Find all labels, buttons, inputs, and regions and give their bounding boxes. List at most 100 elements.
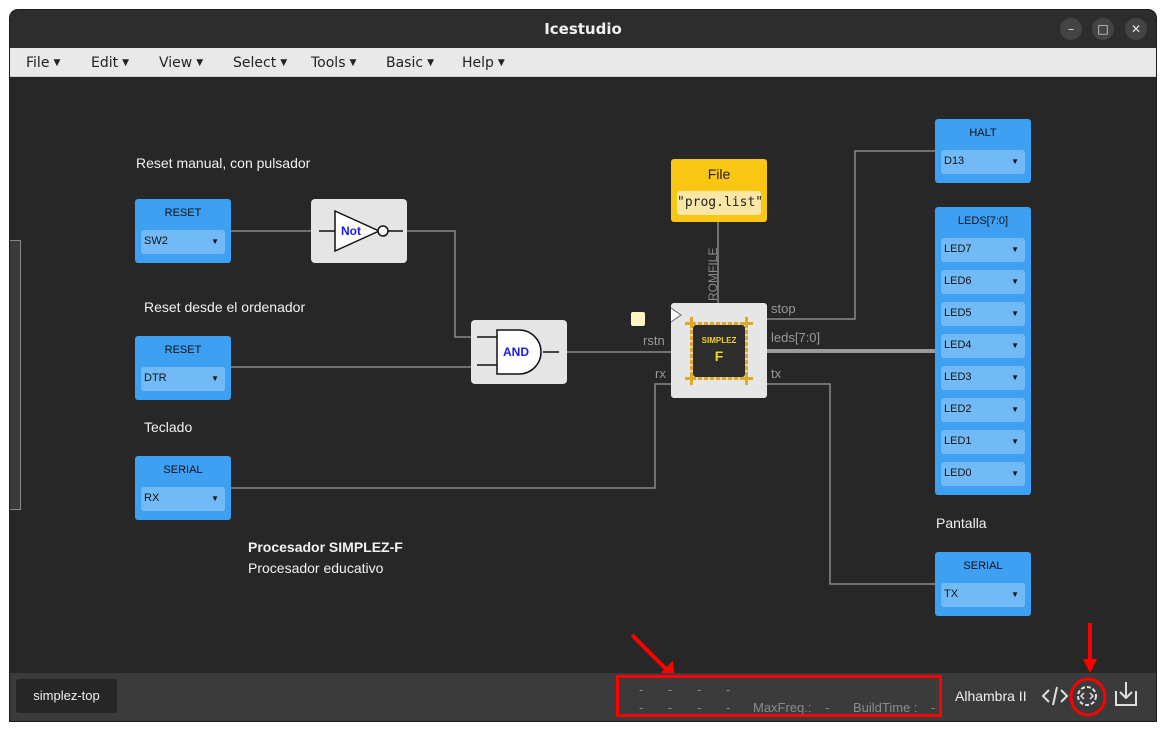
pin-select-led5[interactable]: LED5 ▼ (941, 302, 1025, 326)
port-rstn: rstn (643, 333, 665, 348)
chevron-down-icon: ▼ (1011, 469, 1019, 478)
input-name: SERIAL (163, 464, 203, 476)
simplez-chip[interactable]: SIMPLEZ F (670, 303, 767, 398)
menu-view[interactable]: View ▼ (159, 55, 203, 71)
pin-select[interactable]: DTR ▼ (141, 367, 225, 391)
port-stop: stop (771, 301, 796, 316)
tab-simplez-top[interactable]: simplez-top (16, 679, 117, 713)
build-status-box: - - - - - - - - MaxFreq.: - BuildTime : … (616, 675, 942, 717)
input-name: RESET (164, 344, 202, 356)
chevron-down-icon: ▼ (211, 374, 219, 383)
design-canvas[interactable]: Reset manual, con pulsador Reset desde e… (10, 77, 1156, 681)
chip-icon: SIMPLEZ F (670, 307, 753, 385)
comment-proc-desc: Procesador educativo (248, 560, 384, 576)
annotation-circle (1069, 677, 1107, 717)
title-bar: Icestudio – □ ✕ (10, 10, 1156, 48)
status-value: - (726, 682, 731, 697)
comment-proc-title: Procesador SIMPLEZ-F (248, 539, 403, 555)
status-value: - (668, 682, 673, 697)
code-icon[interactable] (1040, 681, 1070, 711)
output-halt[interactable]: HALT D13 ▼ (935, 119, 1031, 183)
chevron-down-icon: ▼ (211, 494, 219, 503)
upload-icon[interactable] (1111, 679, 1141, 709)
and-gate-icon: AND (477, 329, 559, 375)
svg-text:ROMFILE: ROMFILE (706, 248, 720, 301)
port-tx: tx (771, 366, 782, 381)
chevron-down-icon: ▼ (1011, 405, 1019, 414)
pin-select-led1[interactable]: LED1 ▼ (941, 430, 1025, 454)
buildtime-value: - (931, 700, 936, 715)
minimize-button[interactable]: – (1060, 18, 1082, 40)
pin-select[interactable]: D13 ▼ (941, 150, 1025, 174)
pin-select[interactable]: SW2 ▼ (141, 230, 225, 254)
maxfreq-label: MaxFreq.: (753, 700, 812, 715)
status-value: - (697, 700, 702, 715)
rstn-constant[interactable] (631, 312, 645, 326)
input-name: RESET (164, 207, 202, 219)
pin-select[interactable]: TX ▼ (941, 583, 1025, 607)
pin-select[interactable]: RX ▼ (141, 487, 225, 511)
menu-tools[interactable]: Tools ▼ (311, 55, 356, 71)
output-leds[interactable]: LEDS[7:0] LED7 ▼ LED6 ▼ LED5 ▼ LED4 ▼ LED3 ▼ … (935, 207, 1031, 495)
status-value: - (697, 682, 702, 697)
file-block[interactable]: File "prog.list" (671, 159, 767, 222)
menu-bar: File ▼ Edit ▼ View ▼ Select ▼ Tools ▼ Basic ▼ … (10, 48, 1156, 77)
annotation-arrow-right (1083, 623, 1097, 673)
chevron-down-icon: ▼ (1011, 590, 1019, 599)
file-title: File (707, 166, 731, 182)
pin-select-led7[interactable]: LED7 ▼ (941, 238, 1025, 262)
pin-select-led3[interactable]: LED3 ▼ (941, 366, 1025, 390)
chevron-down-icon: ▼ (1011, 157, 1019, 166)
not-gate[interactable]: Not (311, 199, 407, 263)
port-rx: rx (655, 366, 666, 381)
chevron-down-icon: ▼ (1011, 245, 1019, 254)
status-value: - (639, 682, 644, 697)
chevron-down-icon: ▼ (1011, 373, 1019, 382)
output-name: LEDS[7:0] (957, 215, 1009, 227)
maxfreq-value: - (825, 700, 830, 715)
buildtime-label: BuildTime : (853, 700, 918, 715)
port-leds: leds[7:0] (771, 330, 821, 345)
menu-help[interactable]: Help ▼ (462, 55, 505, 71)
menu-file[interactable]: File ▼ (26, 55, 60, 71)
status-value: - (726, 700, 731, 715)
not-label: Not (341, 224, 361, 238)
side-toolbox-panel[interactable] (10, 240, 21, 510)
menu-edit[interactable]: Edit ▼ (91, 55, 129, 71)
close-button[interactable]: ✕ (1125, 18, 1147, 40)
icestudio-window: Icestudio – □ ✕ File ▼ Edit ▼ View ▼ Select… (10, 10, 1156, 721)
menu-select[interactable]: Select ▼ (233, 55, 287, 71)
and-gate[interactable]: AND (471, 320, 567, 384)
pin-select-led4[interactable]: LED4 ▼ (941, 334, 1025, 358)
chip-line2: F (715, 348, 724, 364)
output-name: HALT (969, 127, 997, 139)
board-name[interactable]: Alhambra II (955, 688, 1027, 704)
menu-basic[interactable]: Basic ▼ (386, 55, 434, 71)
romfile-label: ROMFILE (706, 248, 720, 301)
comment-screen: Pantalla (936, 515, 987, 531)
pin-select-led6[interactable]: LED6 ▼ (941, 270, 1025, 294)
comment-reset-manual: Reset manual, con pulsador (136, 155, 311, 171)
comment-reset-pc: Reset desde el ordenador (144, 299, 306, 315)
status-value: - (668, 700, 673, 715)
and-label: AND (503, 345, 529, 359)
chevron-down-icon: ▼ (1011, 309, 1019, 318)
maximize-button[interactable]: □ (1092, 18, 1114, 40)
input-reset-dtr[interactable]: RESET DTR ▼ (135, 336, 231, 400)
chevron-down-icon: ▼ (211, 237, 219, 246)
comment-keyboard: Teclado (144, 419, 193, 435)
file-value[interactable]: "prog.list" (677, 191, 763, 215)
pin-select-led2[interactable]: LED2 ▼ (941, 398, 1025, 422)
not-gate-icon: Not (319, 209, 403, 253)
chevron-down-icon: ▼ (1011, 277, 1019, 286)
pin-select-led0[interactable]: LED0 ▼ (941, 462, 1025, 486)
footer-bar: simplez-top - - - - - - - - MaxFreq.: - … (10, 673, 1156, 721)
input-reset-sw2[interactable]: RESET SW2 ▼ (135, 199, 231, 263)
input-serial-rx[interactable]: SERIAL RX ▼ (135, 456, 231, 520)
chevron-down-icon: ▼ (1011, 341, 1019, 350)
output-name: SERIAL (963, 560, 1003, 572)
chip-line1: SIMPLEZ (702, 336, 737, 345)
output-serial-tx[interactable]: SERIAL TX ▼ (935, 552, 1031, 616)
status-value: - (639, 700, 644, 715)
window-title: Icestudio (544, 20, 622, 38)
